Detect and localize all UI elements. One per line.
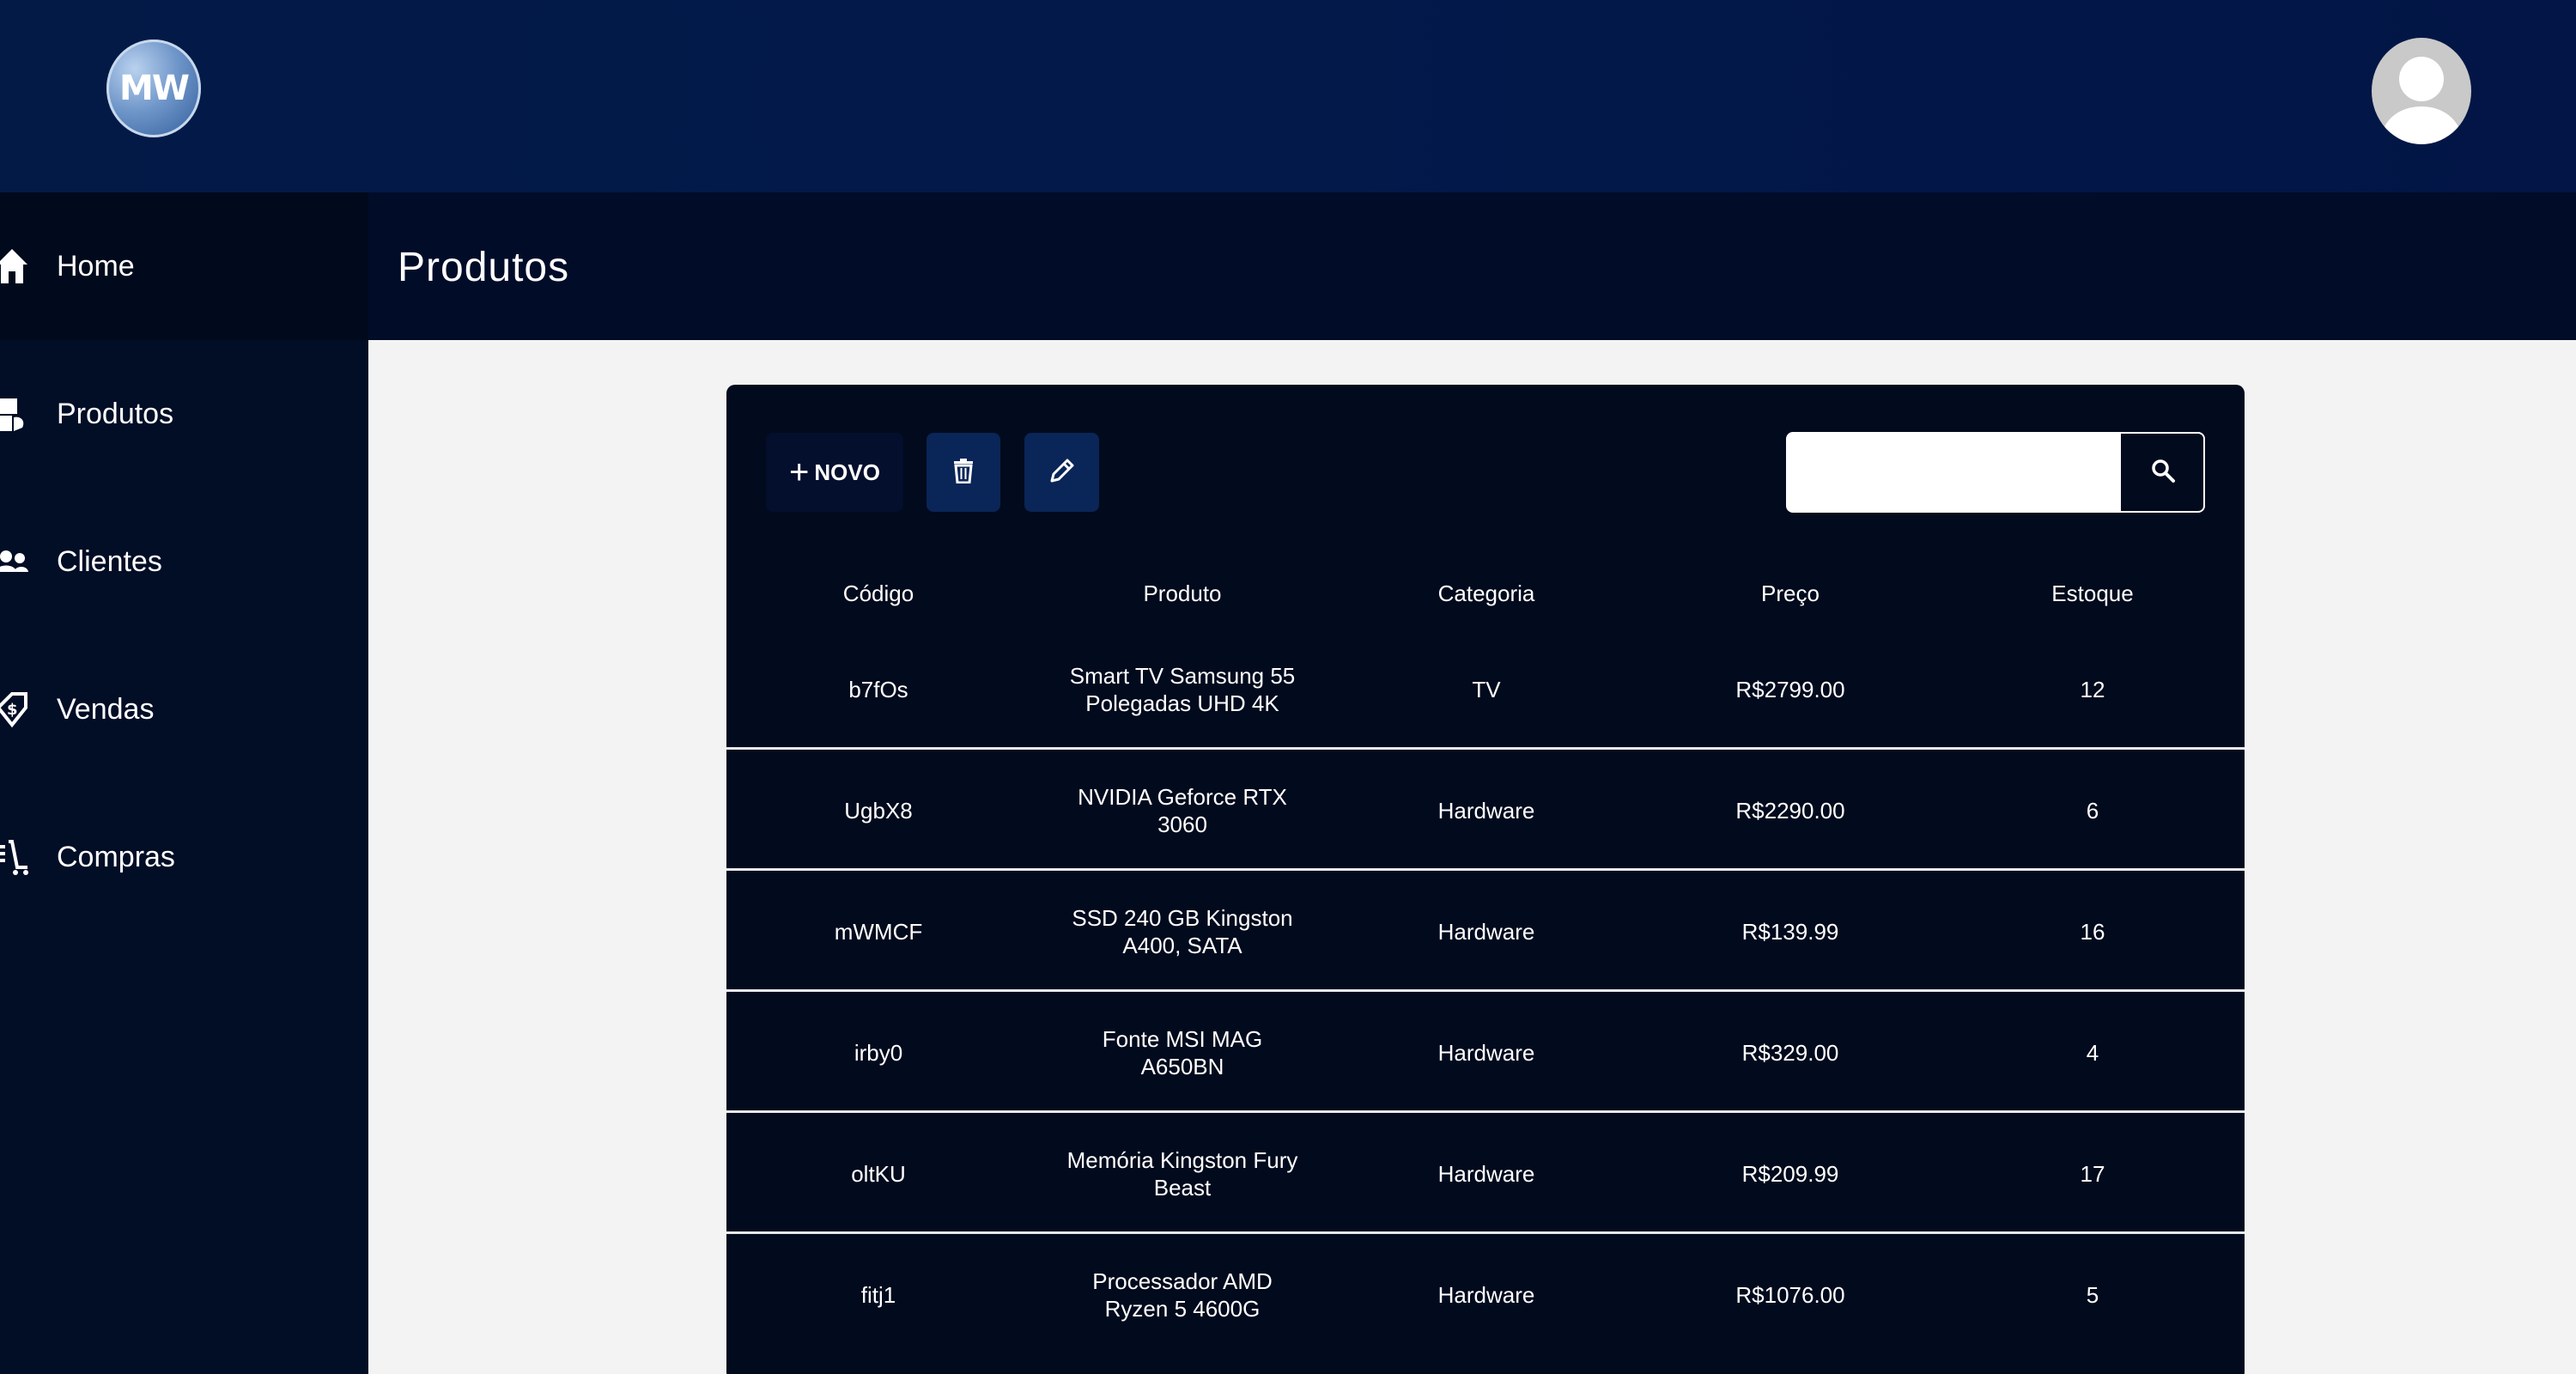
cart-icon: [0, 836, 29, 878]
cell-estoque: 16: [2080, 918, 2105, 945]
svg-text:$: $: [7, 701, 18, 719]
cell-produto: SSD 240 GB Kingston A400, SATA: [1072, 904, 1293, 958]
logo-text: MW: [119, 69, 190, 108]
sales-tag-icon: $: [0, 689, 29, 730]
cell-codigo: UgbX8: [844, 797, 913, 824]
cell-estoque: 4: [2086, 1039, 2099, 1066]
cell-codigo: irby0: [854, 1039, 903, 1066]
products-card: + NOVO Código Produto Categoria Preço Es…: [726, 385, 2245, 1374]
cell-preco: R$209.99: [1741, 1160, 1839, 1187]
cell-categoria: Hardware: [1437, 1039, 1535, 1066]
user-avatar-icon: [2379, 57, 2464, 144]
table-row[interactable]: irby0 Fonte MSI MAG A650BN Hardware R$329.0…: [726, 992, 2245, 1113]
cell-preco: R$1076.00: [1735, 1281, 1845, 1308]
search-button[interactable]: [2121, 434, 2203, 511]
column-header-estoque[interactable]: Estoque: [1941, 581, 2245, 607]
new-button-label: NOVO: [814, 459, 880, 485]
trash-icon: [952, 458, 975, 488]
user-avatar[interactable]: [2372, 38, 2471, 144]
cell-categoria: Hardware: [1437, 918, 1535, 945]
column-header-codigo[interactable]: Código: [726, 581, 1030, 607]
table-row[interactable]: b7fOs Smart TV Samsung 55 Polegadas UHD 4…: [726, 629, 2245, 750]
cell-preco: R$329.00: [1741, 1039, 1839, 1066]
users-icon: [0, 541, 29, 582]
search-box: [1786, 432, 2205, 513]
table-row[interactable]: fitj1 Processador AMD Ryzen 5 4600G Hardwa…: [726, 1234, 2245, 1355]
cell-preco: R$2799.00: [1735, 676, 1845, 702]
cell-categoria: TV: [1472, 676, 1501, 702]
cell-preco: R$2290.00: [1735, 797, 1845, 824]
cell-produto: Smart TV Samsung 55 Polegadas UHD 4K: [1069, 662, 1296, 716]
cell-estoque: 5: [2086, 1281, 2099, 1308]
table-row[interactable]: mWMCF SSD 240 GB Kingston A400, SATA Hardw…: [726, 871, 2245, 992]
cell-produto: NVIDIA Geforce RTX 3060: [1078, 783, 1287, 837]
cell-categoria: Hardware: [1437, 1160, 1535, 1187]
cell-categoria: Hardware: [1437, 797, 1535, 824]
cell-codigo: mWMCF: [834, 918, 923, 945]
page-title-bar: Produtos: [368, 192, 2576, 340]
table-row[interactable]: oltKU Memória Kingston Fury Beast Hardware…: [726, 1113, 2245, 1234]
boxes-icon: [0, 393, 29, 435]
sidebar-item-label: Produtos: [57, 397, 174, 430]
sidebar: Home Produtos Clientes $ Vendas Compras: [0, 192, 368, 1374]
home-icon: [0, 246, 29, 287]
column-header-categoria[interactable]: Categoria: [1334, 581, 1638, 607]
sidebar-item-label: Compras: [57, 840, 175, 873]
sidebar-item-home[interactable]: Home: [0, 192, 368, 340]
cell-estoque: 6: [2086, 797, 2099, 824]
sidebar-item-vendas[interactable]: $ Vendas: [0, 635, 368, 783]
table-row[interactable]: UgbX8 NVIDIA Geforce RTX 3060 Hardware R$22…: [726, 750, 2245, 871]
plus-icon: +: [789, 453, 810, 491]
new-product-button[interactable]: + NOVO: [766, 433, 903, 512]
top-header: MW: [0, 0, 2576, 192]
cell-produto: Processador AMD Ryzen 5 4600G: [1092, 1268, 1273, 1322]
table-header: Código Produto Categoria Preço Estoque: [726, 581, 2245, 629]
sidebar-item-label: Clientes: [57, 544, 162, 578]
sidebar-item-label: Vendas: [57, 692, 155, 726]
search-icon: [2150, 458, 2176, 488]
cell-estoque: 12: [2080, 676, 2105, 702]
search-input[interactable]: [1788, 434, 2121, 511]
cell-codigo: oltKU: [851, 1160, 906, 1187]
column-header-preco[interactable]: Preço: [1638, 581, 1942, 607]
sidebar-item-compras[interactable]: Compras: [0, 783, 368, 931]
cell-categoria: Hardware: [1437, 1281, 1535, 1308]
edit-button[interactable]: [1024, 433, 1099, 512]
sidebar-item-produtos[interactable]: Produtos: [0, 340, 368, 488]
column-header-produto[interactable]: Produto: [1030, 581, 1334, 607]
delete-button[interactable]: [927, 433, 1000, 512]
cell-codigo: fitj1: [860, 1281, 896, 1308]
pencil-icon: [1048, 457, 1076, 489]
cell-produto: Fonte MSI MAG A650BN: [1102, 1025, 1263, 1079]
sidebar-item-clientes[interactable]: Clientes: [0, 488, 368, 635]
cell-preco: R$139.99: [1741, 918, 1839, 945]
cell-produto: Memória Kingston Fury Beast: [1066, 1146, 1298, 1201]
cell-codigo: b7fOs: [848, 676, 908, 702]
app-logo[interactable]: MW: [106, 40, 201, 137]
cell-estoque: 17: [2080, 1160, 2105, 1187]
page-title: Produtos: [398, 245, 570, 290]
sidebar-item-label: Home: [57, 249, 135, 283]
